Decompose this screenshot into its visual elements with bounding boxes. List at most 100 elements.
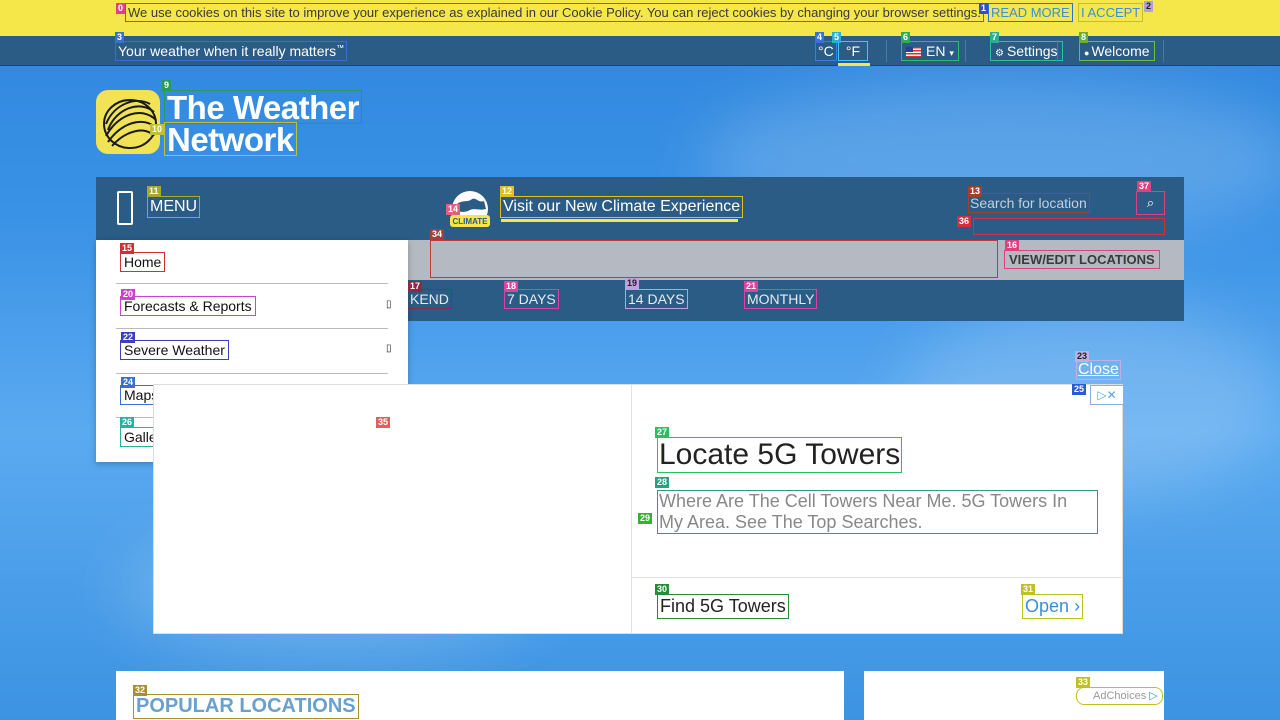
adchoices-icon: ▷ bbox=[1149, 690, 1158, 702]
adchoices-label: AdChoices bbox=[1093, 690, 1147, 702]
logo-wordmark-line1[interactable]: The Weather bbox=[164, 90, 362, 124]
menu-toggle-icon[interactable] bbox=[117, 191, 133, 225]
fahrenheit-toggle[interactable]: °F bbox=[838, 41, 868, 61]
tab-weekend[interactable]: KEND bbox=[407, 289, 452, 309]
annotation-badge: 17 bbox=[408, 281, 423, 292]
location-search-input[interactable] bbox=[968, 193, 1090, 213]
annotation-badge: 8 bbox=[1079, 32, 1089, 43]
divider bbox=[886, 40, 887, 62]
annotation-badge: 24 bbox=[121, 377, 136, 388]
annotation-badge: 2 bbox=[1144, 1, 1154, 12]
us-flag-icon bbox=[906, 47, 921, 58]
annotation-badge: 34 bbox=[430, 229, 445, 240]
menu-item-forecasts[interactable]: Forecasts & Reports ▯ bbox=[116, 284, 392, 329]
annotation-badge: 14 bbox=[446, 204, 461, 215]
settings-button[interactable]: ⚙ Settings bbox=[990, 41, 1063, 61]
user-icon: ● bbox=[1084, 48, 1090, 58]
annotation-badge: 4 bbox=[815, 32, 825, 43]
annotation-badge: 12 bbox=[500, 186, 515, 197]
welcome-button[interactable]: ● Welcome bbox=[1079, 41, 1155, 61]
celsius-toggle[interactable]: °C bbox=[815, 41, 837, 61]
annotation-badge: 15 bbox=[120, 243, 135, 254]
annotation-badge: 3 bbox=[115, 32, 125, 43]
language-label: EN bbox=[926, 43, 946, 59]
ad-close-link[interactable]: Close bbox=[1076, 360, 1121, 380]
accept-cookies-button[interactable]: I ACCEPT bbox=[1078, 3, 1144, 22]
tab-14-days[interactable]: 14 DAYS bbox=[625, 289, 688, 309]
chevron-right-icon: › bbox=[1074, 596, 1081, 616]
view-edit-locations-button[interactable]: VIEW/EDIT LOCATIONS bbox=[1004, 250, 1160, 269]
ad-description[interactable]: Where Are The Cell Towers Near Me. 5G To… bbox=[657, 490, 1098, 534]
chevron-right-icon: ▯ bbox=[386, 343, 392, 354]
divider bbox=[1163, 40, 1164, 62]
annotation-badge: 11 bbox=[147, 186, 161, 197]
annotation-badge: 35 bbox=[376, 417, 391, 428]
sponsored-ad: ▷✕ Locate 5G Towers Where Are The Cell T… bbox=[153, 384, 1124, 634]
language-selector[interactable]: EN ▾ bbox=[901, 41, 959, 61]
popular-locations-panel: POPULAR LOCATIONS bbox=[116, 671, 844, 720]
annotation-badge: 25 bbox=[1072, 384, 1087, 395]
annotation-badge: 31 bbox=[1021, 584, 1036, 595]
annotation-badge: 16 bbox=[1005, 240, 1020, 251]
menu-item-label: Severe Weather bbox=[120, 340, 229, 360]
annotation-badge: 5 bbox=[832, 32, 842, 43]
ad-title[interactable]: Locate 5G Towers bbox=[657, 437, 903, 473]
annotation-badge: 30 bbox=[655, 584, 670, 595]
tagline-text: Your weather when it really matters bbox=[118, 43, 337, 59]
menu-button[interactable]: MENU bbox=[147, 196, 201, 218]
annotation-badge: 23 bbox=[1075, 351, 1090, 362]
popular-locations-heading: POPULAR LOCATIONS bbox=[133, 694, 359, 719]
gear-icon: ⚙ bbox=[995, 48, 1004, 59]
tab-monthly[interactable]: MONTHLY bbox=[744, 289, 818, 309]
main-nav: MENU CLIMATE Visit our New Climate Exper… bbox=[96, 177, 1184, 240]
search-icon: ⌕ bbox=[1146, 195, 1155, 210]
saved-locations-list[interactable] bbox=[430, 240, 998, 278]
annotation-badge: 22 bbox=[121, 332, 136, 343]
menu-item-label: Forecasts & Reports bbox=[120, 296, 256, 316]
annotation-badge: 10 bbox=[150, 124, 165, 135]
annotation-badge: 1 bbox=[979, 3, 989, 14]
ad-options-icon[interactable]: ▷✕ bbox=[1090, 385, 1124, 405]
adchoices-badge[interactable]: AdChoices ▷ bbox=[1076, 687, 1163, 705]
annotation-badge: 27 bbox=[655, 427, 670, 438]
divider bbox=[965, 40, 966, 62]
climate-badge-label: CLIMATE bbox=[453, 217, 489, 226]
search-suggestions-area[interactable] bbox=[973, 218, 1165, 235]
annotation-badge: 7 bbox=[990, 32, 1000, 43]
climate-experience-link[interactable]: Visit our New Climate Experience bbox=[500, 196, 744, 218]
annotation-badge: 26 bbox=[120, 417, 135, 428]
menu-item-severe-weather[interactable]: Severe Weather ▯ bbox=[116, 329, 392, 374]
read-more-link[interactable]: READ MORE bbox=[988, 3, 1073, 22]
annotation-badge: 19 bbox=[625, 278, 640, 289]
annotation-badge: 36 bbox=[957, 216, 972, 227]
divider bbox=[1057, 40, 1058, 62]
annotation-badge: 0 bbox=[116, 3, 126, 14]
annotation-badge: 9 bbox=[162, 80, 172, 91]
annotation-badge: 28 bbox=[655, 477, 670, 488]
annotation-badge: 29 bbox=[638, 513, 653, 524]
cookie-message: We use cookies on this site to improve y… bbox=[125, 3, 984, 22]
annotation-badge: 37 bbox=[1137, 181, 1152, 192]
ad-cta-text[interactable]: Find 5G Towers bbox=[657, 594, 789, 619]
trademark-mark: ™ bbox=[336, 43, 345, 53]
annotation-badge: 13 bbox=[968, 186, 983, 197]
cookie-banner: We use cookies on this site to improve y… bbox=[0, 0, 1280, 36]
welcome-label: Welcome bbox=[1091, 43, 1150, 59]
weather-network-logo-icon[interactable] bbox=[96, 90, 160, 154]
annotation-badge: 33 bbox=[1076, 677, 1091, 688]
logo-wordmark-line2[interactable]: Network bbox=[164, 122, 297, 156]
ad-open-button[interactable]: Open › bbox=[1022, 594, 1084, 619]
ad-open-label: Open bbox=[1025, 596, 1070, 616]
tagline: Your weather when it really matters™ bbox=[115, 41, 348, 61]
sidebar-ad-panel: AdChoices ▷ bbox=[864, 671, 1164, 720]
annotation-badge: 6 bbox=[901, 32, 911, 43]
active-unit-indicator bbox=[838, 63, 870, 66]
annotation-badge: 18 bbox=[504, 281, 519, 292]
divider bbox=[631, 385, 632, 633]
annotation-badge: 32 bbox=[133, 685, 148, 696]
globe-swirl-icon bbox=[103, 99, 157, 149]
search-button[interactable]: ⌕ bbox=[1136, 191, 1165, 215]
tab-7-days[interactable]: 7 DAYS bbox=[504, 289, 559, 309]
menu-item-home[interactable]: Home bbox=[116, 240, 388, 284]
annotation-badge: 20 bbox=[121, 289, 136, 300]
